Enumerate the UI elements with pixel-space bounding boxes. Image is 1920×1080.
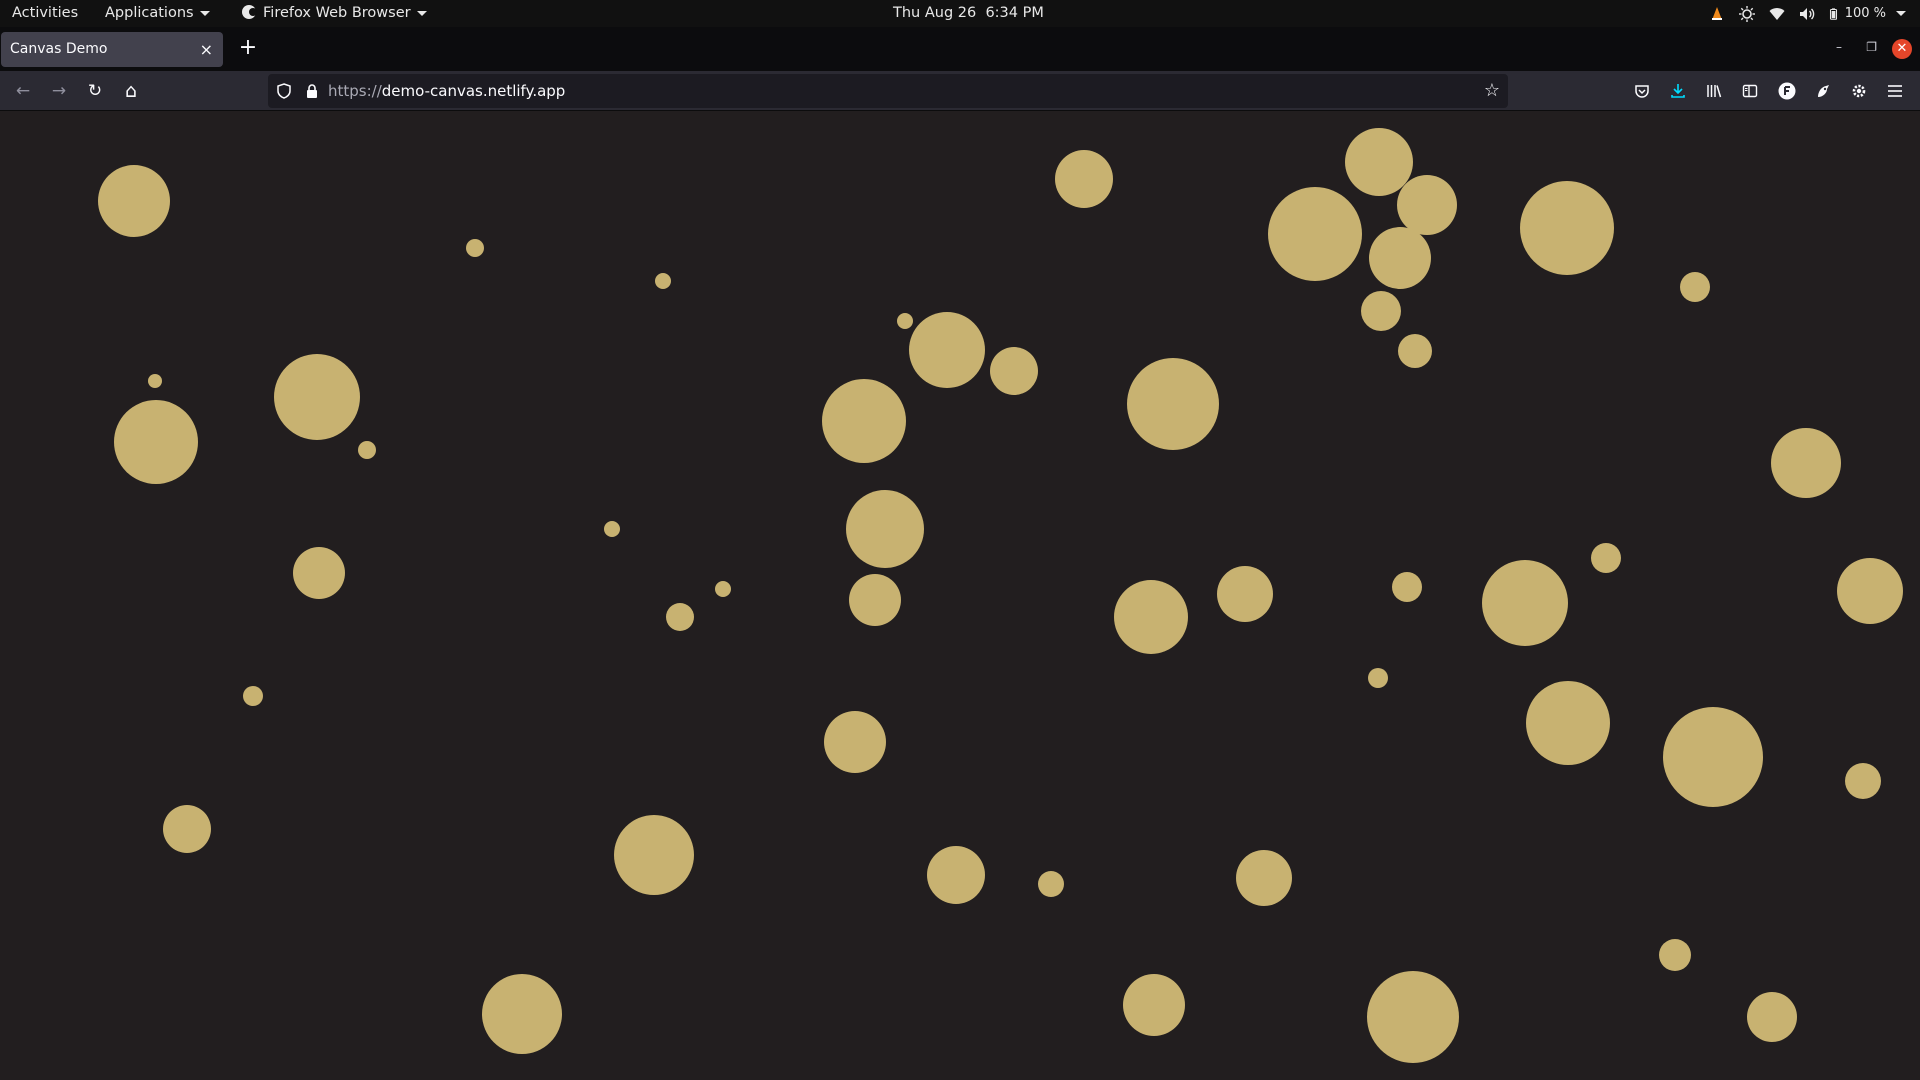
clock[interactable]: Thu Aug 26 6:34 PM — [893, 0, 1044, 27]
maximize-icon[interactable]: ❐ — [1866, 40, 1877, 54]
lock-icon[interactable] — [304, 83, 320, 99]
library-icon[interactable] — [1706, 83, 1722, 99]
canvas-circle — [1771, 428, 1841, 498]
forward-button[interactable]: → — [47, 79, 71, 103]
vlc-icon[interactable] — [1709, 6, 1725, 22]
app-menu-label: Firefox Web Browser — [263, 5, 411, 21]
canvas-circle — [1055, 150, 1113, 208]
canvas-circle — [274, 354, 360, 440]
canvas-circle — [1845, 763, 1881, 799]
system-tray[interactable]: 100 % — [1709, 0, 1906, 27]
canvas-circle — [1114, 580, 1188, 654]
canvas-circle — [1482, 560, 1568, 646]
canvas-circle — [1397, 175, 1457, 235]
canvas-circle — [990, 347, 1038, 395]
settings-extension-icon[interactable] — [1851, 83, 1867, 99]
back-button[interactable]: ← — [11, 79, 35, 103]
chevron-down-icon — [199, 10, 210, 16]
canvas-circle — [114, 400, 198, 484]
new-tab-button[interactable]: + — [236, 37, 260, 61]
account-icon[interactable] — [1778, 82, 1796, 100]
tab-strip: Canvas Demo × + – ❐ ✕ — [0, 27, 1920, 71]
brightness-icon[interactable] — [1738, 5, 1755, 22]
canvas-circle — [1591, 543, 1621, 573]
canvas-circle — [293, 547, 345, 599]
battery-indicator[interactable]: 100 % — [1829, 6, 1906, 22]
canvas-circle — [163, 805, 211, 853]
volume-icon[interactable] — [1799, 6, 1815, 22]
wifi-icon[interactable] — [1769, 6, 1785, 22]
canvas-circle — [1236, 850, 1292, 906]
canvas-circle — [1747, 992, 1797, 1042]
canvas-circle — [849, 574, 901, 626]
chevron-down-icon — [1896, 11, 1906, 16]
canvas-circle — [1217, 566, 1273, 622]
activities-button[interactable]: Activities — [12, 0, 78, 27]
pocket-icon[interactable] — [1634, 83, 1650, 99]
home-button[interactable]: ⌂ — [119, 79, 143, 103]
chevron-down-icon — [416, 10, 427, 16]
battery-percentage: 100 % — [1844, 6, 1886, 21]
close-tab-icon[interactable]: × — [200, 32, 213, 67]
canvas-circle — [98, 165, 170, 237]
navigation-toolbar: ← → ↻ ⌂ https://demo-canvas.netlify.app … — [0, 71, 1920, 111]
bookmark-star-icon[interactable]: ☆ — [1484, 74, 1500, 108]
canvas-circle — [1659, 939, 1691, 971]
url-text[interactable]: https://demo-canvas.netlify.app — [328, 74, 565, 108]
canvas-circle — [1367, 971, 1459, 1063]
canvas-circle — [1392, 572, 1422, 602]
app-menu[interactable]: Firefox Web Browser — [242, 0, 427, 27]
url-host: demo-canvas.netlify.app — [381, 82, 566, 100]
canvas-circle — [358, 441, 376, 459]
url-scheme: https:// — [328, 82, 382, 100]
battery-icon — [1829, 7, 1837, 20]
canvas-circle — [1268, 187, 1362, 281]
canvas-circle — [482, 974, 562, 1054]
canvas-circle — [927, 846, 985, 904]
tab-canvas-demo[interactable]: Canvas Demo × — [1, 32, 223, 67]
canvas-circle — [1837, 558, 1903, 624]
minimize-icon[interactable]: – — [1836, 40, 1842, 54]
canvas-circle — [1369, 227, 1431, 289]
canvas-circle — [909, 312, 985, 388]
canvas-circle — [148, 374, 162, 388]
demo-canvas[interactable] — [0, 111, 1920, 1080]
canvas-circle — [614, 815, 694, 895]
sidebar-icon[interactable] — [1742, 83, 1758, 99]
canvas-circle — [655, 273, 671, 289]
canvas-circle — [1680, 272, 1710, 302]
extension-icon[interactable] — [1815, 83, 1831, 99]
canvas-circle — [1368, 668, 1388, 688]
canvas-circle — [1520, 181, 1614, 275]
canvas-circle — [1663, 707, 1763, 807]
url-bar[interactable]: https://demo-canvas.netlify.app ☆ — [268, 74, 1508, 108]
firefox-icon — [242, 5, 257, 19]
close-window-button[interactable]: ✕ — [1892, 39, 1912, 59]
downloads-icon[interactable] — [1670, 83, 1686, 99]
canvas-circle — [822, 379, 906, 463]
canvas-circle — [824, 711, 886, 773]
canvas-circle — [466, 239, 484, 257]
canvas-circle — [604, 521, 620, 537]
canvas-circle — [846, 490, 924, 568]
canvas-circle — [1526, 681, 1610, 765]
menu-icon[interactable] — [1887, 83, 1903, 99]
system-top-bar: Activities Applications Firefox Web Brow… — [0, 0, 1920, 27]
canvas-circle — [1361, 291, 1401, 331]
canvas-circle — [666, 603, 694, 631]
applications-label: Applications — [105, 5, 194, 21]
tracking-protection-shield-icon[interactable] — [276, 83, 292, 99]
canvas-circle — [1123, 974, 1185, 1036]
canvas-circle — [897, 313, 913, 329]
canvas-circle — [715, 581, 731, 597]
canvas-circle — [243, 686, 263, 706]
tab-title: Canvas Demo — [10, 41, 108, 57]
reload-button[interactable]: ↻ — [83, 79, 107, 103]
canvas-circle — [1127, 358, 1219, 450]
applications-menu[interactable]: Applications — [105, 0, 210, 27]
canvas-circle — [1398, 334, 1432, 368]
canvas-circle — [1038, 871, 1064, 897]
